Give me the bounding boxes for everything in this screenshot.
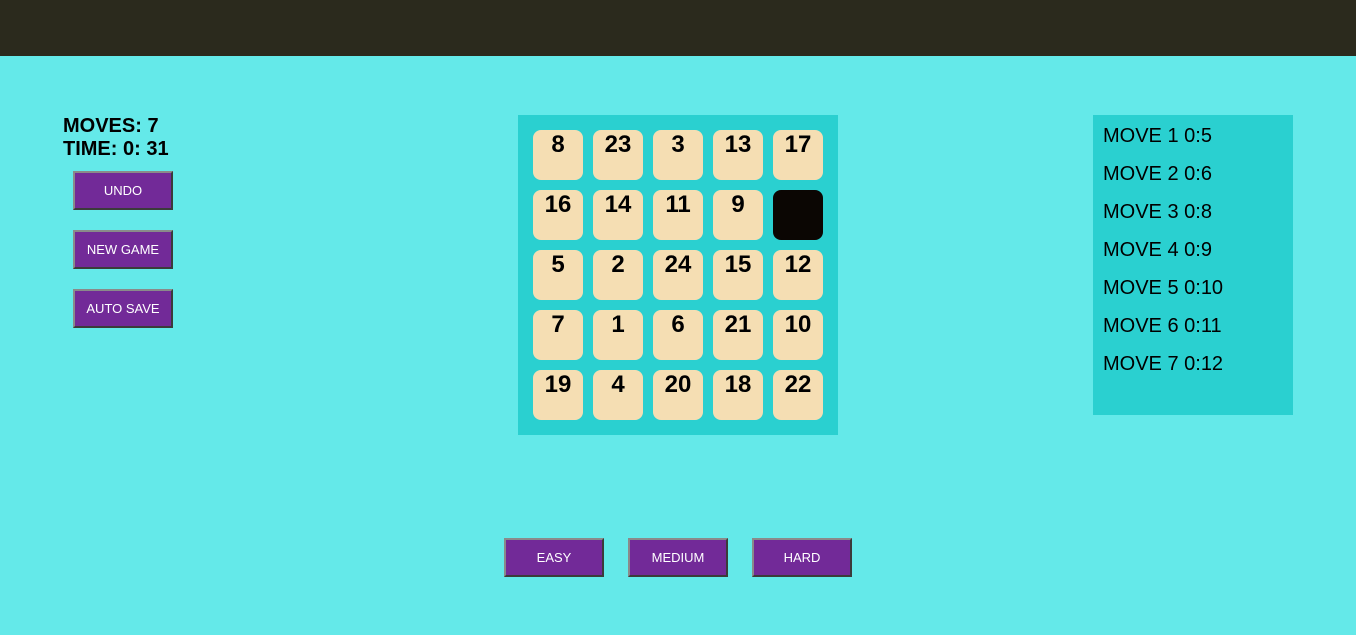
moves-counter: MOVES: 7 bbox=[63, 115, 159, 137]
undo-button[interactable]: UNDO bbox=[73, 171, 173, 210]
puzzle-tile[interactable]: 3 bbox=[653, 130, 703, 180]
history-item: MOVE 6 0:11 bbox=[1103, 315, 1222, 337]
puzzle-tile[interactable]: 9 bbox=[713, 190, 763, 240]
puzzle-tile[interactable]: 6 bbox=[653, 310, 703, 360]
medium-button[interactable]: MEDIUM bbox=[628, 538, 728, 577]
auto-save-button[interactable]: AUTO SAVE bbox=[73, 289, 173, 328]
top-bar bbox=[0, 0, 1356, 56]
game-stats: MOVES: 7 TIME: 0: 31 bbox=[63, 115, 169, 161]
puzzle-tile[interactable]: 2 bbox=[593, 250, 643, 300]
history-item: MOVE 2 0:6 bbox=[1103, 163, 1212, 185]
puzzle-tile[interactable]: 10 bbox=[773, 310, 823, 360]
puzzle-tile[interactable]: 23 bbox=[593, 130, 643, 180]
puzzle-tile[interactable]: 13 bbox=[713, 130, 763, 180]
history-item: MOVE 7 0:12 bbox=[1103, 353, 1224, 375]
puzzle-tile[interactable]: 7 bbox=[533, 310, 583, 360]
puzzle-tile[interactable]: 15 bbox=[713, 250, 763, 300]
empty-slot[interactable] bbox=[773, 190, 823, 240]
puzzle-tile[interactable]: 18 bbox=[713, 370, 763, 420]
puzzle-tile[interactable]: 21 bbox=[713, 310, 763, 360]
puzzle-tile[interactable]: 1 bbox=[593, 310, 643, 360]
puzzle-tile[interactable]: 22 bbox=[773, 370, 823, 420]
history-item: MOVE 5 0:10 bbox=[1103, 277, 1224, 299]
move-history-panel: MOVE 1 0:5 MOVE 2 0:6 MOVE 3 0:8 MOVE 4 0:9… bbox=[1093, 115, 1293, 415]
hard-button[interactable]: HARD bbox=[752, 538, 852, 577]
history-item: MOVE 4 0:9 bbox=[1103, 239, 1212, 261]
timer: TIME: 0: 31 bbox=[63, 138, 169, 160]
puzzle-tile[interactable]: 24 bbox=[653, 250, 703, 300]
puzzle-tile[interactable]: 19 bbox=[533, 370, 583, 420]
puzzle-tile[interactable]: 11 bbox=[653, 190, 703, 240]
puzzle-tile[interactable]: 5 bbox=[533, 250, 583, 300]
new-game-button[interactable]: NEW GAME bbox=[73, 230, 173, 269]
puzzle-tile[interactable]: 8 bbox=[533, 130, 583, 180]
puzzle-tile[interactable]: 17 bbox=[773, 130, 823, 180]
easy-button[interactable]: EASY bbox=[504, 538, 604, 577]
history-item: MOVE 3 0:8 bbox=[1103, 201, 1212, 223]
history-item: MOVE 1 0:5 bbox=[1103, 125, 1212, 147]
puzzle-tile[interactable]: 16 bbox=[533, 190, 583, 240]
puzzle-board: 8 23 3 13 17 16 14 11 9 5 2 24 15 12 7 1 6 21 10 19 4 20 18 22 bbox=[518, 115, 838, 435]
puzzle-tile[interactable]: 4 bbox=[593, 370, 643, 420]
puzzle-tile[interactable]: 14 bbox=[593, 190, 643, 240]
puzzle-tile[interactable]: 12 bbox=[773, 250, 823, 300]
puzzle-tile[interactable]: 20 bbox=[653, 370, 703, 420]
